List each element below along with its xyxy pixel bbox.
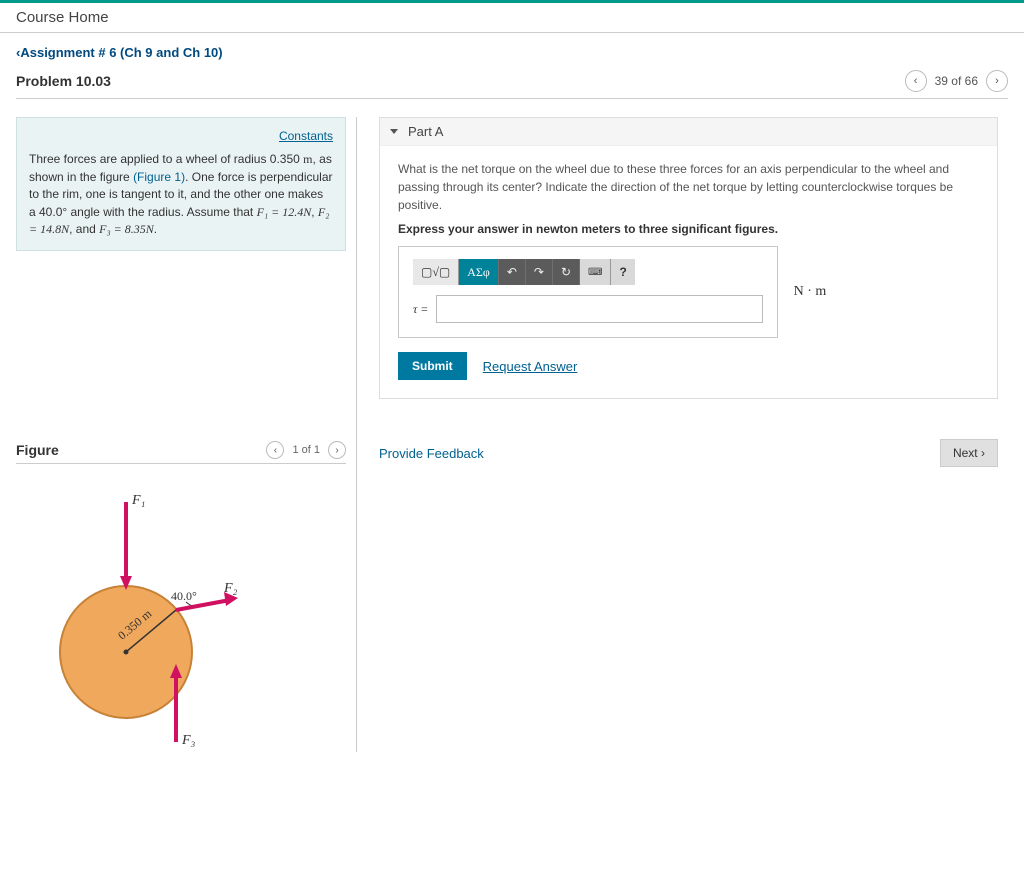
figure-title: Figure [16, 442, 59, 458]
problem-title: Problem 10.03 [16, 73, 111, 89]
pager-label: 39 of 66 [935, 74, 978, 88]
caret-down-icon [390, 129, 398, 134]
answer-input[interactable] [436, 295, 763, 323]
greek-button[interactable]: ΑΣφ [459, 259, 499, 285]
course-home-header: Course Home [0, 0, 1024, 33]
divider [16, 98, 1008, 99]
submit-button[interactable]: Submit [398, 352, 467, 380]
svg-text:F₂: F₂ [223, 581, 238, 596]
next-button[interactable]: Next › [940, 439, 998, 467]
assignment-link[interactable]: ‹Assignment # 6 (Ch 9 and Ch 10) [16, 45, 223, 60]
unit-label: N · m [794, 284, 827, 300]
request-answer-link[interactable]: Request Answer [483, 359, 578, 374]
answer-area: ▢√▢ ΑΣφ ↶ ↷ ↻ ⌨ ? τ = [398, 246, 778, 338]
problem-statement-box: Constants Three forces are applied to a … [16, 117, 346, 251]
sqrt-template-button[interactable]: ▢√▢ [413, 259, 459, 285]
prev-problem-button[interactable]: ‹ [905, 70, 927, 92]
problem-pager: ‹ 39 of 66 › [905, 70, 1008, 92]
svg-text:F₁: F₁ [131, 493, 145, 508]
constants-link[interactable]: Constants [279, 129, 333, 143]
question-text: What is the net torque on the wheel due … [398, 160, 979, 214]
figure-prev-button[interactable]: ‹ [266, 441, 284, 459]
instruction-text: Express your answer in newton meters to … [398, 222, 979, 236]
part-a-body: What is the net torque on the wheel due … [379, 145, 998, 399]
figure-pager: ‹ 1 of 1 › [266, 441, 346, 459]
equation-toolbar: ▢√▢ ΑΣφ ↶ ↷ ↻ ⌨ ? [413, 259, 635, 285]
figure-ref-link[interactable]: (Figure 1) [133, 170, 185, 184]
figure-section: Figure ‹ 1 of 1 › 40.0° [16, 441, 346, 752]
chevron-right-icon: › [981, 446, 985, 460]
undo-button[interactable]: ↶ [499, 259, 526, 285]
course-home-text[interactable]: Course Home [16, 9, 109, 26]
reset-button[interactable]: ↻ [553, 259, 580, 285]
svg-text:F₃: F₃ [181, 733, 196, 748]
figure-diagram: 40.0° 0.350 m F₁ F₂ F₃ [16, 472, 276, 752]
part-a-header[interactable]: Part A [379, 117, 998, 145]
help-button[interactable]: ? [611, 259, 634, 285]
part-a-label: Part A [408, 124, 443, 139]
next-problem-button[interactable]: › [986, 70, 1008, 92]
redo-button[interactable]: ↷ [526, 259, 553, 285]
keyboard-button[interactable]: ⌨ [580, 259, 611, 285]
figure-next-button[interactable]: › [328, 441, 346, 459]
provide-feedback-link[interactable]: Provide Feedback [379, 446, 484, 461]
svg-text:40.0°: 40.0° [171, 589, 197, 603]
tau-label: τ = [413, 302, 428, 317]
